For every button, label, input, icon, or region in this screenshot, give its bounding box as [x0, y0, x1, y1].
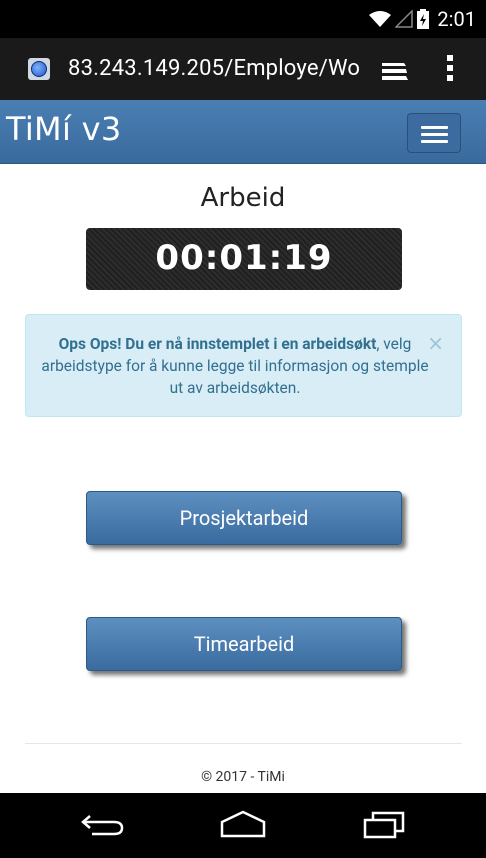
- tabs-icon[interactable]: [380, 60, 408, 80]
- page-title: Arbeid: [200, 183, 286, 213]
- home-icon[interactable]: [219, 809, 267, 839]
- brand-logo[interactable]: TiMí v3: [6, 110, 122, 148]
- timearbeid-button[interactable]: Timearbeid: [86, 617, 402, 671]
- work-timer: 00:01:19: [86, 228, 402, 290]
- hamburger-line: [421, 126, 448, 129]
- site-icon: [28, 58, 50, 80]
- info-alert: Ops Ops! Du er nå innstemplet i en arbei…: [25, 314, 462, 417]
- timer-value: 00:01:19: [155, 238, 333, 278]
- close-icon[interactable]: ×: [427, 331, 444, 355]
- status-bar: 2:01: [0, 0, 486, 38]
- wifi-icon: [369, 11, 392, 27]
- url-field[interactable]: 83.243.149.205/Employe/Wo: [68, 56, 360, 81]
- back-icon[interactable]: [80, 813, 126, 837]
- footer-divider: [25, 743, 462, 744]
- hamburger-line: [421, 133, 448, 136]
- alert-message: Ops Ops! Du er nå innstemplet i en arbei…: [40, 333, 430, 399]
- hamburger-menu-button[interactable]: [407, 113, 461, 153]
- battery-icon: [417, 9, 430, 29]
- recents-icon[interactable]: [363, 811, 405, 839]
- alert-strong-text: Ops Ops! Du er nå innstemplet i en arbei…: [58, 335, 377, 353]
- hamburger-line: [421, 140, 448, 143]
- android-nav-bar: [0, 793, 486, 858]
- footer-copyright: © 2017 - TiMi: [201, 769, 285, 785]
- prosjektarbeid-button[interactable]: Prosjektarbeid: [86, 491, 402, 545]
- signal-icon: [395, 10, 414, 28]
- status-time: 2:01: [437, 7, 476, 31]
- browser-url-bar: 83.243.149.205/Employe/Wo: [0, 38, 486, 100]
- overflow-menu-icon[interactable]: [446, 54, 454, 82]
